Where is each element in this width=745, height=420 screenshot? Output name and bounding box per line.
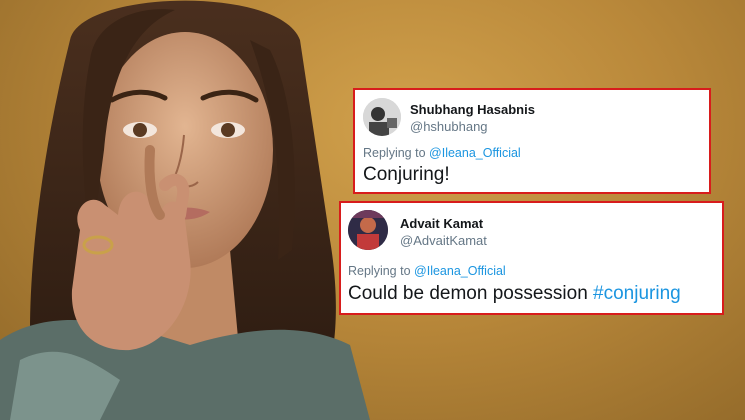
mention-link[interactable]: @Ileana_Official xyxy=(414,264,506,278)
replying-to-label: Replying to xyxy=(363,146,426,160)
tweet-text: Conjuring! xyxy=(363,164,450,185)
user-name[interactable]: Advait Kamat xyxy=(400,216,483,231)
replying-to-line: Replying to @Ileana_Official xyxy=(363,146,521,160)
user-avatar-icon xyxy=(348,210,388,250)
mention-link[interactable]: @Ileana_Official xyxy=(429,146,521,160)
user-handle[interactable]: @hshubhang xyxy=(410,119,488,134)
tweet-card-2[interactable]: Advait Kamat @AdvaitKamat Replying to @I… xyxy=(339,201,724,315)
tweet-text: Could be demon possession #conjuring xyxy=(348,283,681,305)
user-avatar-icon xyxy=(363,98,401,136)
user-avatar[interactable] xyxy=(348,210,388,250)
user-handle[interactable]: @AdvaitKamat xyxy=(400,233,487,248)
replying-to-line: Replying to @Ileana_Official xyxy=(348,264,506,278)
user-name[interactable]: Shubhang Hasabnis xyxy=(410,102,535,117)
replying-to-label: Replying to xyxy=(348,264,411,278)
user-avatar[interactable] xyxy=(363,98,401,136)
tweet-card-1[interactable]: Shubhang Hasabnis @hshubhang Replying to… xyxy=(353,88,711,194)
hashtag-link[interactable]: #conjuring xyxy=(593,283,681,304)
tweet-text-body: Could be demon possession xyxy=(348,283,588,304)
